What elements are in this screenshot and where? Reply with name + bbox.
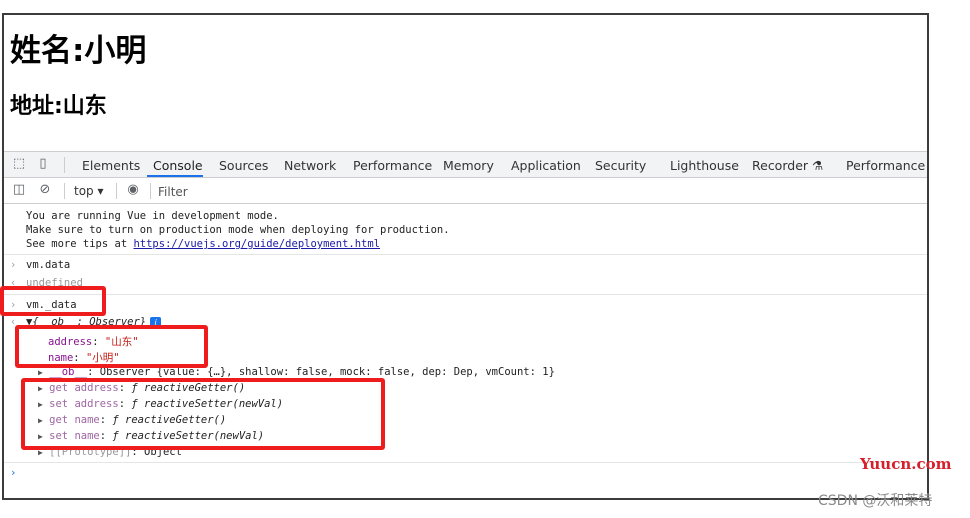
context-label: top [74,184,94,198]
expand-triangle-icon: ▶ [38,368,43,377]
flask-icon: ⚗ [812,158,824,173]
console-toolbar: ◫ ⊘ top ▾ ◉ [4,178,927,204]
deployment-link[interactable]: https://vuejs.org/guide/deployment.html [133,238,380,250]
tab-application[interactable]: Application [511,158,581,173]
highlight-box-accessors [21,378,385,450]
eye-icon[interactable]: ◉ [124,183,142,197]
console-text: See more tips at [26,238,134,250]
row-divider [4,462,927,463]
tab-recorder[interactable]: Recorder ⚗ [752,158,823,173]
tab-elements[interactable]: Elements [82,158,140,173]
tab-lighthouse[interactable]: Lighthouse [670,158,739,173]
tab-network[interactable]: Network [284,158,336,173]
tab-sources[interactable]: Sources [219,158,268,173]
author-watermark: CSDN @沃和莱特 [818,493,933,509]
devtools-tab-bar: ⬚ ▯ Elements Console Sources Network Per… [4,151,927,178]
console-message: Make sure to turn on production mode whe… [26,224,450,236]
tab-security[interactable]: Security [595,158,646,173]
tab-console[interactable]: Console [153,158,203,173]
divider [116,183,117,199]
tab-recorder-label: Recorder [752,158,809,173]
context-selector[interactable]: top ▾ [74,184,104,198]
site-watermark: Yuucn.com [860,455,952,473]
highlight-box-vm-data [0,286,106,316]
divider [64,157,65,173]
console-input-prompt-icon[interactable]: › [10,467,16,479]
console-message: You are running Vue in development mode. [26,210,279,222]
console-message: See more tips at https://vuejs.org/guide… [26,238,380,250]
address-heading: 地址:山东 [10,94,107,119]
filter-input[interactable] [156,181,460,202]
input-prompt-icon: › [10,259,17,271]
inspect-icon[interactable]: ⬚ [12,157,26,171]
divider [150,183,151,199]
divider [64,183,65,199]
tab-performance[interactable]: Performance [353,158,432,173]
dropdown-arrow-icon: ▾ [97,184,104,198]
clear-console-icon[interactable]: ⊘ [38,183,52,197]
row-divider [4,294,927,295]
sidebar-icon[interactable]: ◫ [12,183,26,197]
vue-app-page: 姓名:小明 地址:山东 [4,15,927,151]
name-heading: 姓名:小明 [10,33,147,69]
console-command: vm.data [26,259,71,271]
tab-performance-insights[interactable]: Performance insights [846,158,927,173]
highlight-box-properties [15,325,208,368]
active-tab-indicator [147,175,203,177]
tab-memory[interactable]: Memory [443,158,494,173]
row-divider [4,254,927,255]
device-toggle-icon[interactable]: ▯ [36,157,50,171]
